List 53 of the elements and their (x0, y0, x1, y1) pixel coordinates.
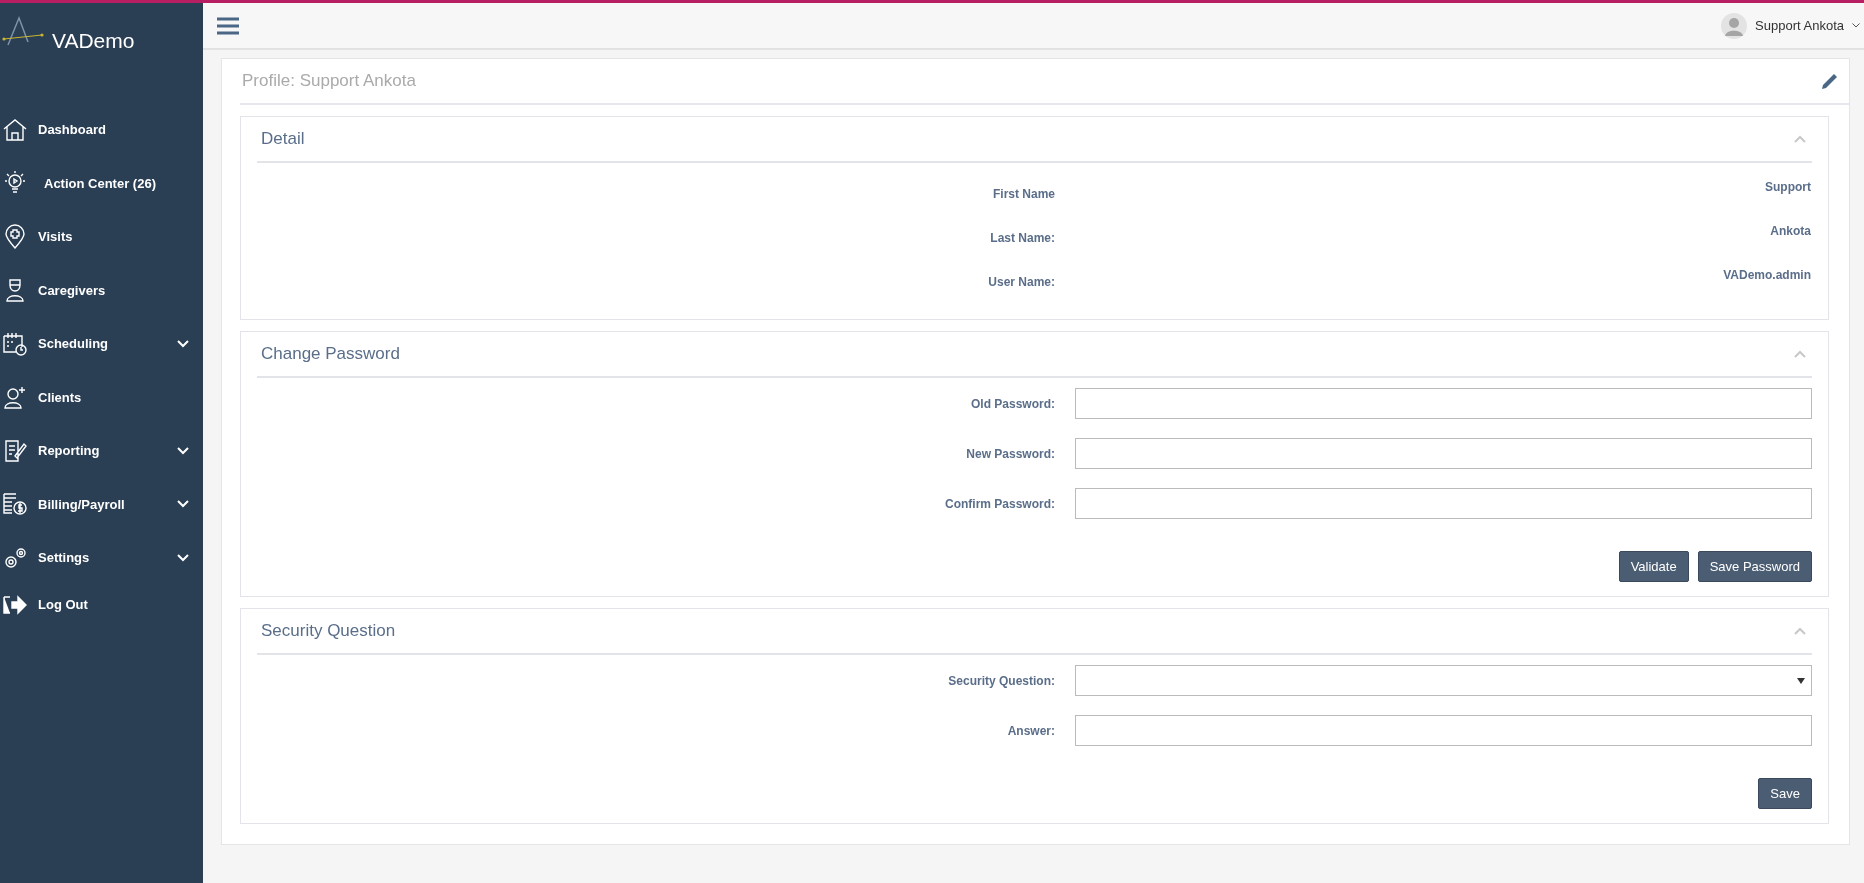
field-label: New Password: (965, 446, 1055, 461)
chevron-up-icon[interactable] (1794, 135, 1806, 143)
field-label: Confirm Password: (944, 496, 1055, 511)
sidebar-item[interactable]: Settings (0, 531, 203, 585)
dropdown-arrow-icon (1797, 677, 1805, 684)
calendar-icon (2, 330, 28, 357)
chevron-down-icon (177, 553, 189, 562)
field-value: Support (1764, 179, 1812, 194)
input-field[interactable] (1075, 388, 1812, 419)
sidebar-item[interactable]: Log Out (0, 584, 203, 625)
document-icon (2, 437, 28, 464)
section-title: Change Password (261, 344, 400, 364)
field-label: Security Question: (947, 673, 1055, 688)
sidebar-item[interactable]: Visits (0, 210, 203, 264)
select-field[interactable] (1075, 665, 1812, 696)
chevron-down-icon (177, 500, 189, 509)
page-title: Profile: Support Ankota (242, 71, 416, 91)
sidebar-item[interactable]: Dashboard (0, 103, 203, 157)
chevron-up-icon[interactable] (1794, 350, 1806, 358)
field-label: Answer: (1006, 723, 1055, 738)
brand-name: VADemo (52, 29, 135, 54)
form-button[interactable]: Validate (1618, 551, 1689, 582)
sidebar-item[interactable]: Reporting (0, 424, 203, 478)
avatar-icon (1721, 12, 1748, 39)
input-field[interactable] (1075, 488, 1812, 519)
sidebar-item[interactable]: Caregivers (0, 263, 203, 317)
chevron-up-icon[interactable] (1794, 627, 1806, 635)
field-label: First Name (991, 186, 1055, 201)
user-menu[interactable]: Support Ankota (1755, 18, 1844, 33)
map-pin-icon (2, 223, 28, 250)
field-label: Old Password: (969, 396, 1055, 411)
field-value: Ankota (1769, 223, 1812, 238)
section-title: Detail (261, 129, 305, 149)
menu-icon[interactable] (217, 16, 239, 35)
input-field[interactable] (1075, 715, 1812, 746)
field-label: User Name: (987, 274, 1055, 289)
field-value: VADemo.admin (1722, 267, 1812, 282)
form-button[interactable]: Save Password (1697, 551, 1812, 582)
pencil-icon[interactable] (1821, 72, 1839, 90)
chevron-down-icon (177, 446, 189, 455)
sidebar-item[interactable]: Billing/Payroll (0, 477, 203, 531)
person-plus-icon (2, 384, 28, 411)
sidebar-item[interactable]: Action Center (26) (0, 156, 203, 210)
form-button[interactable]: Save (1758, 778, 1812, 809)
chevron-down-icon (177, 339, 189, 348)
field-label: Last Name: (989, 230, 1055, 245)
input-field[interactable] (1075, 438, 1812, 469)
sidebar-item[interactable]: Clients (0, 370, 203, 424)
section-title: Security Question (261, 621, 396, 641)
sidebar-item[interactable]: Scheduling (0, 317, 203, 371)
caret-icon (1852, 23, 1860, 28)
billing-icon (2, 491, 28, 518)
logo-icon (2, 16, 44, 46)
